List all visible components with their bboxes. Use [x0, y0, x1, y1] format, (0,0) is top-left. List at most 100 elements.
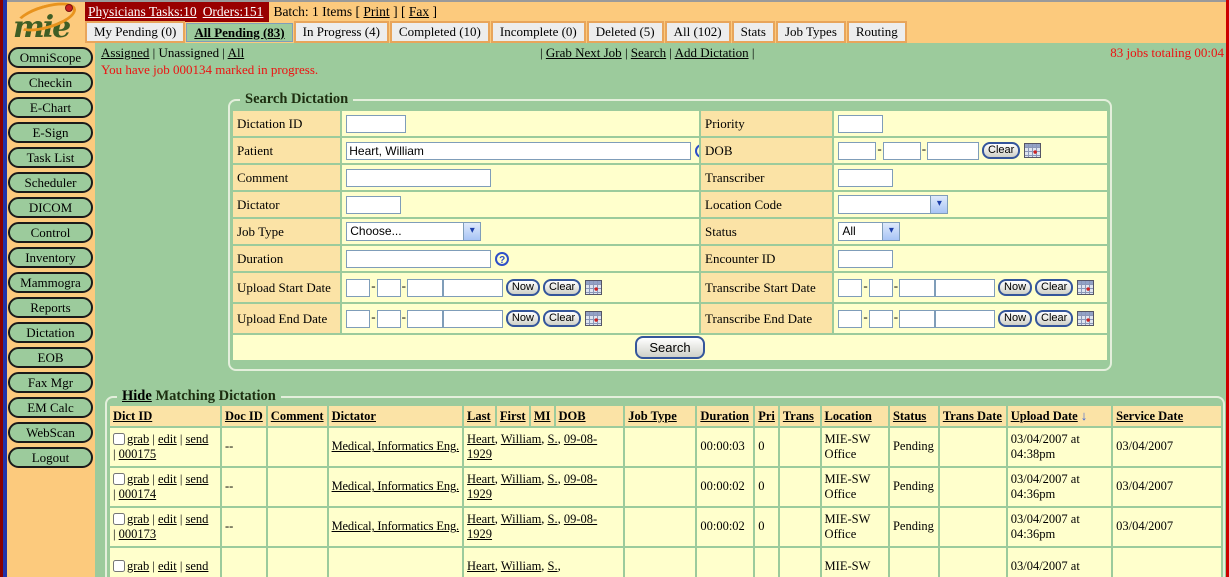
help-icon[interactable]: ?	[495, 252, 509, 266]
dict-id-link[interactable]: 000174	[119, 487, 157, 501]
dict-id-link[interactable]: 000175	[119, 447, 157, 461]
patient-mi-link[interactable]: S.	[548, 512, 558, 526]
transcriber-input[interactable]	[838, 169, 893, 187]
edit-link[interactable]: edit	[158, 432, 177, 446]
sidebar-item-checkin[interactable]: Checkin	[8, 72, 93, 93]
fax-link[interactable]: Fax	[409, 4, 429, 19]
upload-end-day-input[interactable]	[377, 310, 401, 328]
patient-mi-link[interactable]: S.	[548, 559, 558, 573]
row-checkbox[interactable]	[113, 513, 125, 525]
tab-completed-10[interactable]: Completed (10)	[390, 21, 490, 43]
transcribe-start-year-input[interactable]	[899, 279, 935, 297]
dictator-link[interactable]: Medical, Informatics Eng.	[332, 479, 459, 493]
orders-link[interactable]: Orders:151	[203, 4, 264, 19]
physicians-tasks-link[interactable]: Physicians Tasks:10	[88, 4, 197, 19]
column-header-doc-id-link[interactable]: Doc ID	[225, 409, 263, 423]
sidebar-item-inventory[interactable]: Inventory	[8, 247, 93, 268]
column-header-location-link[interactable]: Location	[825, 409, 872, 423]
sidebar-item-mammogra[interactable]: Mammogra	[8, 272, 93, 293]
help-icon[interactable]: ?	[695, 144, 699, 158]
patient-last-link[interactable]: Heart	[467, 512, 495, 526]
patient-input[interactable]	[346, 142, 691, 160]
dictator-link[interactable]: Medical, Informatics Eng.	[332, 519, 459, 533]
priority-input[interactable]	[838, 115, 883, 133]
transcribe-start-time-input[interactable]	[935, 279, 995, 297]
patient-last-link[interactable]: Heart	[467, 559, 495, 573]
grab-link[interactable]: grab	[127, 472, 149, 486]
sidebar-item-fax-mgr[interactable]: Fax Mgr	[8, 372, 93, 393]
transcribe-start-month-input[interactable]	[838, 279, 862, 297]
column-header-duration-link[interactable]: Duration	[700, 409, 749, 423]
tab-in-progress-4[interactable]: In Progress (4)	[294, 21, 389, 43]
row-checkbox[interactable]	[113, 473, 125, 485]
patient-last-link[interactable]: Heart	[467, 472, 495, 486]
tab-my-pending-0[interactable]: My Pending (0)	[85, 21, 185, 43]
upload-end-month-input[interactable]	[346, 310, 370, 328]
column-header-trans-date-link[interactable]: Trans Date	[943, 409, 1002, 423]
upload-start-time-input[interactable]	[443, 279, 503, 297]
column-header-job-type-link[interactable]: Job Type	[628, 409, 677, 423]
patient-first-link[interactable]: William	[501, 559, 541, 573]
dob-year-input[interactable]	[927, 142, 979, 160]
upload-end-year-input[interactable]	[407, 310, 443, 328]
transcribe-end-day-input[interactable]	[869, 310, 893, 328]
action-search[interactable]: Search	[631, 45, 666, 60]
filter-assigned[interactable]: Assigned	[101, 45, 149, 60]
upload-start-now-button[interactable]: Now	[506, 279, 540, 296]
edit-link[interactable]: edit	[158, 512, 177, 526]
calendar-icon[interactable]	[1024, 143, 1041, 158]
upload-start-clear-button[interactable]: Clear	[543, 279, 581, 296]
transcribe-end-month-input[interactable]	[838, 310, 862, 328]
sidebar-item-task-list[interactable]: Task List	[8, 147, 93, 168]
column-header-trans-link[interactable]: Trans	[783, 409, 814, 423]
dob-month-input[interactable]	[838, 142, 876, 160]
action-grab-next-job[interactable]: Grab Next Job	[546, 45, 622, 60]
grab-link[interactable]: grab	[127, 559, 149, 573]
dict-id-link[interactable]: 000173	[119, 527, 157, 541]
sidebar-item-eob[interactable]: EOB	[8, 347, 93, 368]
sidebar-item-scheduler[interactable]: Scheduler	[8, 172, 93, 193]
patient-first-link[interactable]: William	[501, 512, 541, 526]
calendar-icon[interactable]	[1077, 280, 1094, 295]
sidebar-item-logout[interactable]: Logout	[8, 447, 93, 468]
patient-mi-link[interactable]: S.	[548, 472, 558, 486]
column-header-dob-link[interactable]: DOB	[559, 409, 586, 423]
sidebar-item-em-calc[interactable]: EM Calc	[8, 397, 93, 418]
send-link[interactable]: send	[186, 432, 209, 446]
transcribe-end-clear-button[interactable]: Clear	[1035, 310, 1073, 327]
tab-all-pending-83[interactable]: All Pending (83)	[186, 23, 292, 42]
duration-input[interactable]	[346, 250, 491, 268]
send-link[interactable]: send	[186, 512, 209, 526]
upload-end-clear-button[interactable]: Clear	[543, 310, 581, 327]
column-header-service-date-link[interactable]: Service Date	[1116, 409, 1183, 423]
patient-first-link[interactable]: William	[501, 472, 541, 486]
dob-clear-button[interactable]: Clear	[982, 142, 1020, 159]
search-button[interactable]: Search	[635, 336, 704, 359]
calendar-icon[interactable]	[585, 311, 602, 326]
hide-results-link[interactable]: Hide	[122, 388, 152, 404]
transcribe-end-year-input[interactable]	[899, 310, 935, 328]
tab-deleted-5[interactable]: Deleted (5)	[587, 21, 664, 43]
upload-start-month-input[interactable]	[346, 279, 370, 297]
sidebar-item-e-chart[interactable]: E-Chart	[8, 97, 93, 118]
status-select[interactable]: All ▾	[838, 222, 900, 241]
upload-start-day-input[interactable]	[377, 279, 401, 297]
grab-link[interactable]: grab	[127, 432, 149, 446]
calendar-icon[interactable]	[1077, 311, 1094, 326]
column-header-first-link[interactable]: First	[500, 409, 526, 423]
action-add-dictation[interactable]: Add Dictation	[675, 45, 749, 60]
print-link[interactable]: Print	[363, 4, 389, 19]
transcribe-end-time-input[interactable]	[935, 310, 995, 328]
column-header-last-link[interactable]: Last	[467, 409, 491, 423]
transcribe-start-now-button[interactable]: Now	[998, 279, 1032, 296]
upload-end-now-button[interactable]: Now	[506, 310, 540, 327]
sidebar-item-omniscope[interactable]: OmniScope	[8, 47, 93, 68]
send-link[interactable]: send	[186, 472, 209, 486]
dictation-id-input[interactable]	[346, 115, 406, 133]
upload-start-year-input[interactable]	[407, 279, 443, 297]
edit-link[interactable]: edit	[158, 559, 177, 573]
column-header-upload-date-link[interactable]: Upload Date	[1011, 409, 1078, 423]
column-header-comment-link[interactable]: Comment	[271, 409, 324, 423]
tab-incomplete-0[interactable]: Incomplete (0)	[491, 21, 586, 43]
sidebar-item-dicom[interactable]: DICOM	[8, 197, 93, 218]
